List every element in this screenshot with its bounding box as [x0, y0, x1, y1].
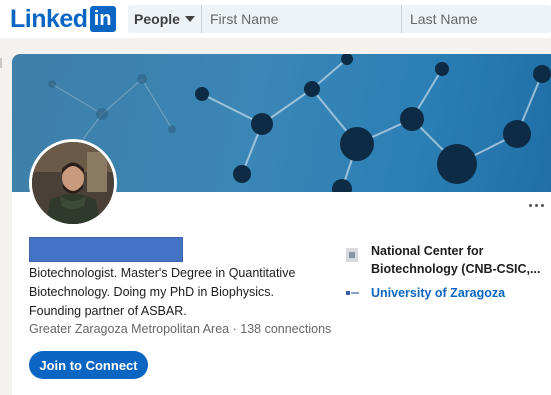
- first-name-input[interactable]: [202, 5, 402, 33]
- more-dot: [534, 203, 538, 207]
- school-name: University of Zaragoza: [371, 286, 506, 300]
- last-name-input[interactable]: [402, 5, 550, 33]
- education-school[interactable]: University of Zaragoza: [346, 286, 505, 300]
- connections-count: 138 connections: [240, 322, 332, 336]
- more-options-button[interactable]: [524, 197, 548, 213]
- redacted-profile-name: [29, 237, 183, 262]
- company-logo-icon: [346, 248, 358, 262]
- more-horizontal-icon: [528, 203, 532, 207]
- school-logo-icon: [346, 290, 359, 296]
- profile-card: Biotechnologist. Master's Degree in Quan…: [12, 54, 551, 395]
- logo-wordmark: Linked: [10, 4, 88, 33]
- top-bar: Linked in People: [0, 0, 551, 38]
- logo-in-box: in: [89, 6, 116, 32]
- separator-dot: ·: [232, 322, 237, 336]
- people-filter-label: People: [134, 11, 180, 27]
- profile-location: Greater Zaragoza Metropolitan Area: [29, 322, 230, 336]
- profile-photo[interactable]: [29, 139, 117, 227]
- people-search-bar: People: [128, 5, 551, 33]
- current-company[interactable]: National Center for Biotechnology (CNB-C…: [346, 242, 546, 278]
- linkedin-logo[interactable]: Linked in: [10, 4, 116, 34]
- page-edge-divider: [0, 58, 2, 68]
- location-and-connections: Greater Zaragoza Metropolitan Area · 138…: [29, 322, 331, 336]
- profile-headline: Biotechnologist. Master's Degree in Quan…: [29, 266, 296, 318]
- people-filter-dropdown[interactable]: People: [128, 5, 202, 33]
- person-photo-image: [32, 142, 114, 224]
- chevron-down-icon: [184, 16, 195, 22]
- more-dot: [540, 203, 544, 207]
- company-name: National Center for Biotechnology (CNB-C…: [371, 244, 541, 276]
- join-to-connect-button[interactable]: Join to Connect: [29, 351, 148, 379]
